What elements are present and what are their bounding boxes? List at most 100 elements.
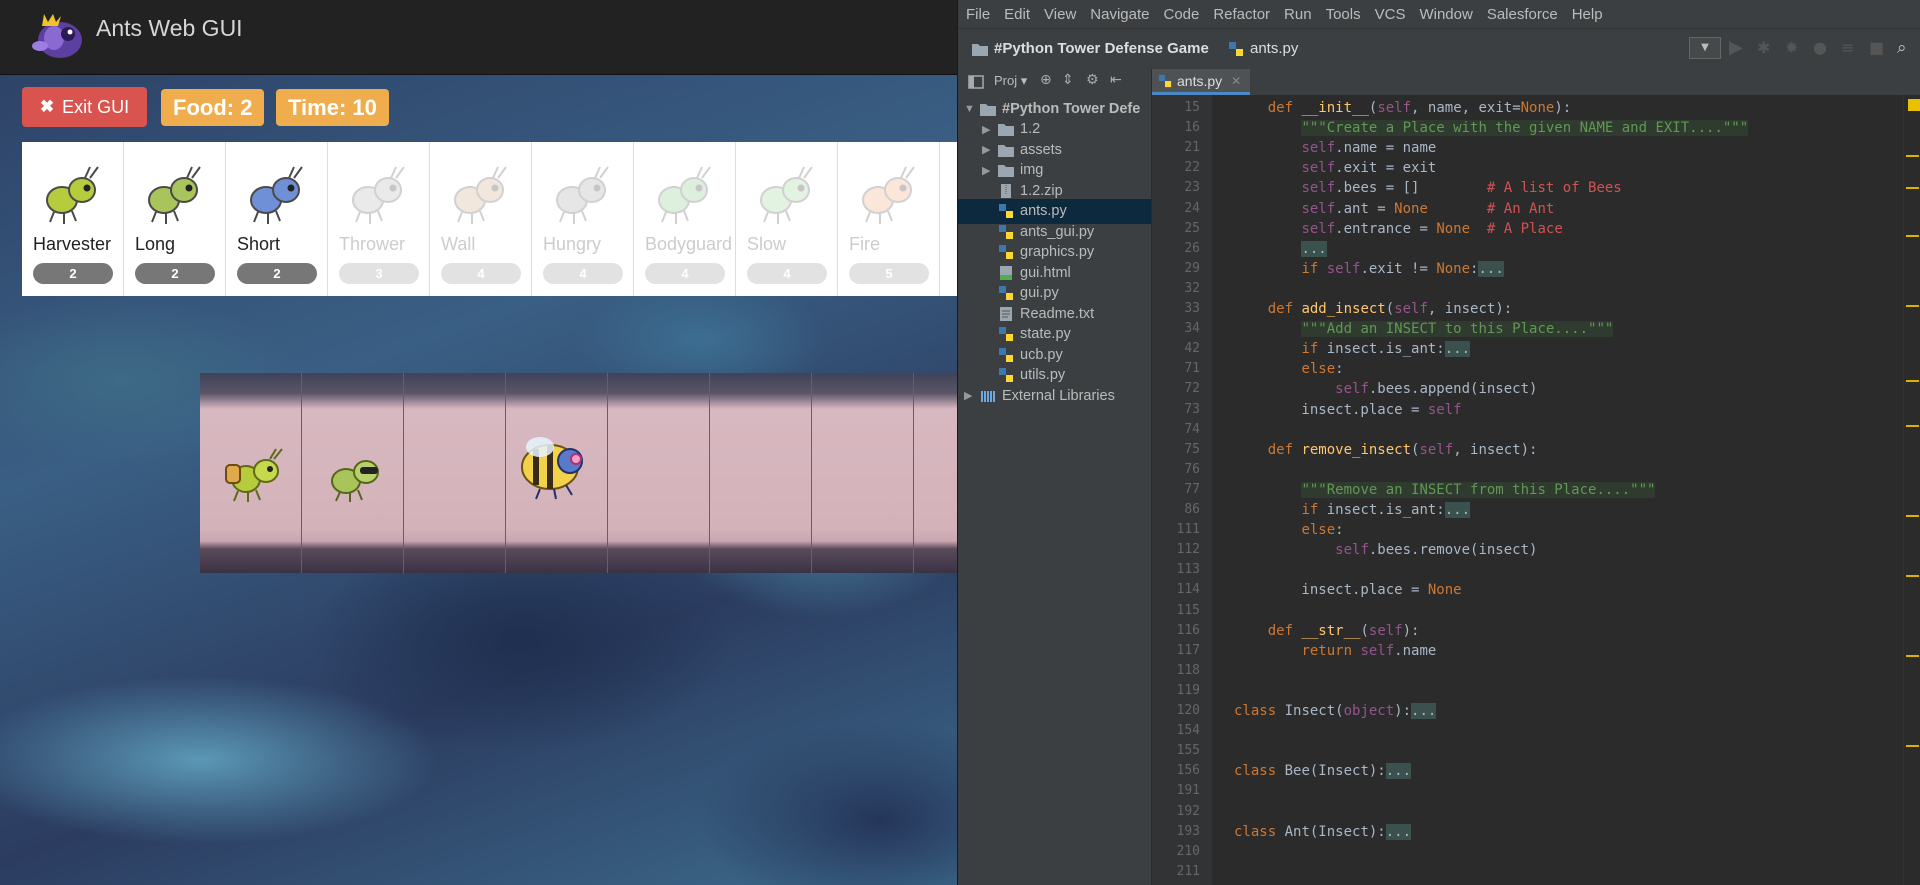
python-file-icon [999,368,1013,382]
error-stripe-mark[interactable] [1906,425,1919,427]
python-file-icon [999,224,1013,239]
search-icon[interactable]: ⌕ [1897,38,1917,58]
exit-gui-button[interactable]: ✖ Exit GUI [22,87,147,127]
place-cell[interactable] [404,373,506,573]
ant-card-harvester[interactable]: Harvester 2 [22,142,124,296]
error-stripe-mark[interactable] [1906,305,1919,307]
line-number: 117 [1176,642,1200,658]
stop-icon[interactable]: ■ [1869,38,1889,58]
ant-card-name: Bodyguard [645,234,733,254]
place-cell[interactable] [302,373,404,573]
close-tab-icon[interactable]: ✕ [1231,74,1241,88]
tree-item-external-libraries[interactable]: ▶ External Libraries [958,383,1115,408]
concurrency-icon[interactable]: ≡ [1841,38,1861,58]
place-cell[interactable] [812,373,914,573]
ant-card-name: Harvester [33,234,112,254]
python-file-icon [999,327,1013,341]
run-config-dropdown[interactable]: ▼ [1689,37,1721,59]
locate-icon[interactable]: ⊕ [1040,72,1052,88]
menu-navigate[interactable]: Navigate [1090,6,1149,23]
chevron-down-icon[interactable]: ▼ [964,103,980,115]
tree-item-label: Readme.txt [1020,305,1095,322]
bee-icon [521,437,583,500]
ant-card-fire[interactable]: Fire 5 [838,142,940,296]
error-stripe-mark[interactable] [1906,745,1919,747]
hungry-ant-icon [556,166,609,224]
ant-card-long[interactable]: Long 2 [124,142,226,296]
place-cell[interactable] [608,373,710,573]
chevron-right-icon[interactable]: ▶ [964,389,980,402]
ant-card-bodyguard[interactable]: Bodyguard 4 [634,142,736,296]
time-badge: Time: 10 [276,89,389,126]
hide-panel-icon[interactable]: ⇤ [1110,72,1122,88]
error-stripe-mark[interactable] [1906,380,1919,382]
menu-refactor[interactable]: Refactor [1213,6,1270,23]
menu-vcs[interactable]: VCS [1375,6,1406,23]
folder-icon [998,124,1014,136]
line-number: 24 [1184,200,1200,216]
debug-icon[interactable]: ✱ [1757,38,1777,58]
tree-item-label: graphics.py [1020,244,1095,260]
place-cell[interactable] [506,373,608,573]
menu-run[interactable]: Run [1284,6,1312,23]
error-stripe-mark[interactable] [1906,187,1919,189]
ant-card-slow[interactable]: Slow 4 [736,142,838,296]
error-stripe-mark[interactable] [1906,655,1919,657]
menu-help[interactable]: Help [1572,6,1603,23]
breadcrumb[interactable]: #Python Tower Defense Game [972,40,1209,57]
menu-window[interactable]: Window [1419,6,1472,23]
chevron-right-icon[interactable]: ▶ [982,164,998,177]
breadcrumb-file-item[interactable]: ants.py [1228,40,1298,57]
code-editor[interactable]: def __init__(self, name, exit=None): """… [1234,95,1904,885]
ant-selector: Harvester 2 Long 2 Short 2 Thrower 3 Wall 4 H… [22,142,957,296]
error-stripe-mark[interactable] [1906,515,1919,517]
inspection-status-icon[interactable] [1908,99,1920,111]
tree-item-label: state.py [1020,326,1071,342]
ant-card-wall[interactable]: Wall 4 [430,142,532,296]
chevron-right-icon[interactable]: ▶ [982,143,998,156]
code-line: self.exit = exit [1301,160,1437,177]
fire-ant-icon [862,166,915,224]
project-view-label[interactable]: Proj ▾ [994,73,1027,89]
menu-view[interactable]: View [1044,6,1076,23]
breadcrumb-project[interactable]: #Python Tower Defense Game [994,40,1209,57]
breadcrumb-file[interactable]: ants.py [1250,40,1298,57]
toolbar: ▼ ▶ ✱ ✹ ● ≡ ■ ⌕ [1689,37,1917,59]
tree-item-label: 1.2 [1020,121,1041,137]
gear-icon[interactable]: ⚙ [1086,72,1099,88]
menu-salesforce[interactable]: Salesforce [1487,6,1558,23]
menu-file[interactable]: File [966,6,990,23]
menu-code[interactable]: Code [1163,6,1199,23]
python-file-icon [1158,74,1172,87]
run-icon[interactable]: ▶ [1729,38,1749,58]
chevron-right-icon[interactable]: ▶ [982,123,998,136]
ant-card-name: Slow [747,234,787,254]
line-number: 26 [1184,240,1200,256]
folder-icon [980,103,996,116]
profile-icon[interactable]: ● [1813,38,1833,58]
ant-card-hungry[interactable]: Hungry 4 [532,142,634,296]
tab-ants-py[interactable]: ants.py ✕ [1152,69,1250,95]
ant-cost-badge: 4 [441,263,521,284]
pycharm-window: File Edit View Navigate Code Refactor Run Tools… [957,0,1920,885]
line-number: 154 [1176,723,1200,739]
ant-card-short[interactable]: Short 2 [226,142,328,296]
place-cell[interactable] [914,373,957,573]
collapse-all-icon[interactable]: ⇕ [1062,72,1074,88]
line-number: 86 [1184,502,1200,517]
error-stripe-mark[interactable] [1906,235,1919,237]
menu-tools[interactable]: Tools [1326,6,1361,23]
coverage-icon[interactable]: ✹ [1785,38,1805,58]
code-line: """Create a Place with the given NAME an… [1301,120,1749,137]
line-number: 16 [1184,120,1200,136]
error-stripe-mark[interactable] [1906,155,1919,157]
error-stripe-mark[interactable] [1906,575,1919,577]
ant-card-name: Short [237,234,281,254]
menu-edit[interactable]: Edit [1004,6,1030,23]
editor-scrollbar[interactable] [1903,95,1920,885]
ant-card-name: Thrower [339,234,406,254]
code-line: insect.place = self [1234,401,1462,418]
ant-card-thrower[interactable]: Thrower 3 [328,142,430,296]
place-cell[interactable] [200,373,302,573]
place-cell[interactable] [710,373,812,573]
